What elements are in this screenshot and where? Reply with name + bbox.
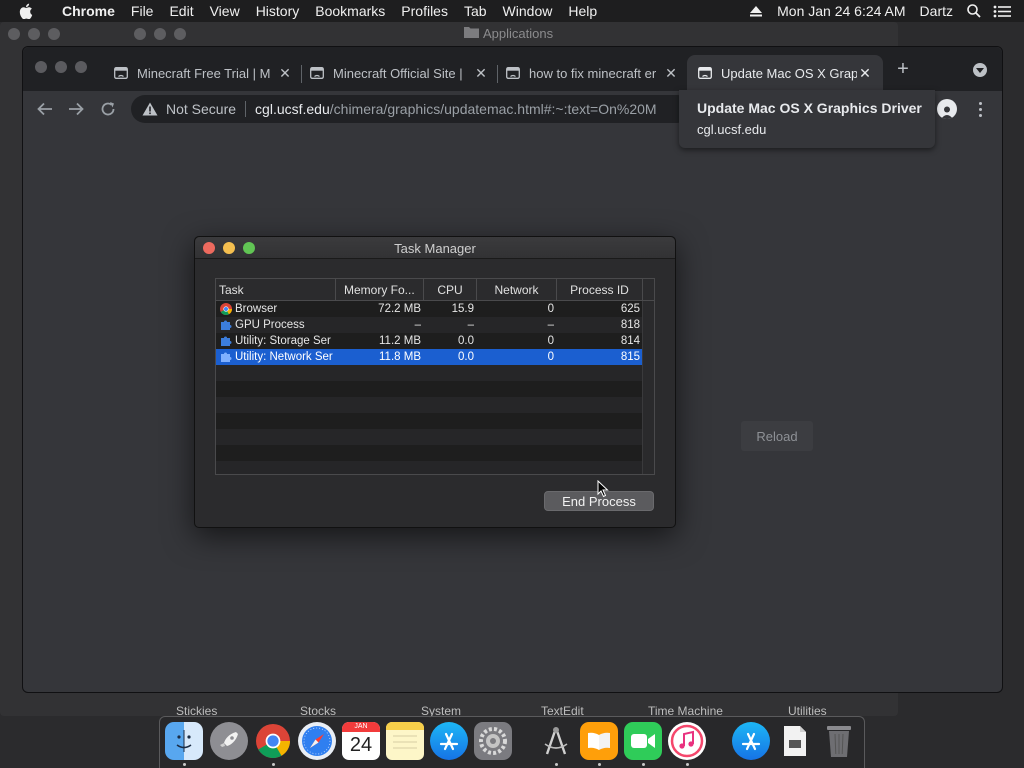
tab-close-icon[interactable]: ✕ [663, 65, 679, 81]
table-row-gpu-process[interactable]: GPU Process – – – 818 [216, 317, 643, 333]
notification-center-icon[interactable] [988, 0, 1016, 22]
books-icon[interactable] [580, 722, 618, 760]
puzzle-icon [219, 319, 232, 332]
finder-titlebar: Applications [0, 22, 898, 46]
document-icon[interactable] [776, 722, 814, 760]
facetime-icon[interactable] [624, 722, 662, 760]
new-tab-plus-icon[interactable]: + [893, 59, 913, 79]
finder-title: Applications [464, 26, 553, 41]
back-arrow-icon[interactable] [35, 99, 55, 119]
notes-icon[interactable] [386, 722, 424, 760]
sad-tab-favicon-icon [505, 65, 521, 81]
tab-close-icon[interactable]: ✕ [473, 65, 489, 81]
menu-bar-extras: Mon Jan 24 6:24 AM Dartz [742, 0, 1024, 22]
address-bar[interactable]: Not Secure cgl.ucsf.edu/chimera/graphics… [131, 95, 691, 123]
menu-user[interactable]: Dartz [913, 3, 960, 19]
chrome-icon [219, 303, 232, 316]
process-table: Task Memory Fo... CPU Network Process ID… [215, 278, 655, 475]
table-row-utility-network[interactable]: Utility: Network Ser 11.8 MB 0.0 0 815 [216, 349, 643, 365]
chrome-window-controls[interactable] [35, 61, 87, 73]
column-cpu[interactable]: CPU [424, 279, 477, 301]
hover-card-title: Update Mac OS X Graphics Driver [697, 100, 922, 116]
menu-help[interactable]: Help [560, 3, 605, 19]
empty-row [216, 365, 643, 381]
profile-avatar-icon[interactable] [937, 99, 957, 119]
dock: JAN 24 [159, 716, 865, 768]
tab-strip: Minecraft Free Trial | M ✕ Minecraft Off… [23, 47, 1002, 91]
column-process-id[interactable]: Process ID [557, 279, 643, 301]
url-text[interactable]: cgl.ucsf.edu/chimera/graphics/updatemac.… [255, 101, 657, 117]
empty-row [216, 429, 643, 445]
tab-close-icon[interactable]: ✕ [857, 65, 873, 81]
task-manager-title: Task Manager [394, 241, 476, 256]
security-status[interactable]: Not Secure [166, 101, 236, 117]
instruments-icon[interactable] [537, 722, 575, 760]
tab-minecraft-official-site[interactable]: Minecraft Official Site | ✕ [301, 55, 498, 91]
table-row-browser[interactable]: Browser 72.2 MB 15.9 0 625 [216, 301, 643, 317]
task-manager-titlebar: Task Manager [195, 237, 675, 259]
eject-icon[interactable] [742, 0, 770, 22]
trash-icon[interactable] [820, 722, 858, 760]
safari-icon[interactable] [298, 722, 336, 760]
menu-edit[interactable]: Edit [161, 3, 201, 19]
table-scrollbar[interactable] [642, 301, 654, 474]
puzzle-icon [219, 351, 232, 364]
app-store-icon[interactable] [430, 722, 468, 760]
sad-tab-favicon-icon [309, 65, 325, 81]
folder-icon [464, 26, 479, 41]
menu-bar: Chrome File Edit View History Bookmarks … [0, 0, 1024, 22]
menu-window[interactable]: Window [495, 3, 561, 19]
finder-icon[interactable] [165, 722, 203, 760]
tab-close-icon[interactable]: ✕ [277, 65, 293, 81]
column-network[interactable]: Network [477, 279, 557, 301]
calendar-icon[interactable]: JAN 24 [342, 722, 380, 760]
spotlight-search-icon[interactable] [960, 0, 988, 22]
page-reload-button[interactable]: Reload [741, 421, 813, 451]
hover-card-domain: cgl.ucsf.edu [697, 122, 767, 137]
not-secure-warning-icon[interactable] [142, 101, 158, 117]
finder-secondary-window-controls[interactable] [134, 28, 186, 40]
finder-window-controls[interactable] [8, 28, 60, 40]
finder-app-labels: Stickies Stocks System TextEdit Time Mac… [0, 702, 898, 718]
menu-tab[interactable]: Tab [456, 3, 495, 19]
sad-tab-favicon-icon [697, 65, 713, 81]
sad-tab-favicon-icon [113, 65, 129, 81]
menu-profiles[interactable]: Profiles [393, 3, 456, 19]
apple-icon[interactable] [19, 3, 39, 19]
mouse-cursor-icon [597, 479, 609, 498]
column-memory[interactable]: Memory Fo... [336, 279, 424, 301]
menu-clock[interactable]: Mon Jan 24 6:24 AM [770, 3, 912, 19]
column-task[interactable]: Task [216, 279, 336, 301]
menu-history[interactable]: History [248, 3, 308, 19]
menu-file[interactable]: File [123, 3, 162, 19]
puzzle-icon [219, 335, 232, 348]
tab-hover-card: Update Mac OS X Graphics Driver cgl.ucsf… [679, 90, 935, 148]
menu-view[interactable]: View [202, 3, 248, 19]
empty-row [216, 413, 643, 429]
empty-row [216, 445, 643, 461]
empty-row [216, 381, 643, 397]
tab-update-mac-os-x-graphics[interactable]: Update Mac OS X Grap ✕ [687, 55, 883, 91]
table-row-utility-storage[interactable]: Utility: Storage Ser 11.2 MB 0.0 0 814 [216, 333, 643, 349]
launchpad-icon[interactable] [210, 722, 248, 760]
menu-bookmarks[interactable]: Bookmarks [307, 3, 393, 19]
system-preferences-icon[interactable] [474, 722, 512, 760]
process-table-header: Task Memory Fo... CPU Network Process ID [216, 279, 654, 301]
chrome-icon[interactable] [254, 722, 292, 760]
empty-row [216, 461, 643, 474]
tab-minecraft-free-trial[interactable]: Minecraft Free Trial | M ✕ [105, 55, 302, 91]
app-store-downloads-icon[interactable] [732, 722, 770, 760]
chrome-menu-icon[interactable] [973, 99, 987, 119]
itunes-icon[interactable] [668, 722, 706, 760]
tab-how-to-fix-minecraft[interactable]: how to fix minecraft er ✕ [497, 55, 687, 91]
reload-icon[interactable] [98, 99, 118, 119]
forward-arrow-icon[interactable] [66, 99, 86, 119]
tab-search-chevron-icon[interactable] [973, 63, 987, 77]
menu-app-chrome[interactable]: Chrome [54, 3, 123, 19]
empty-row [216, 397, 643, 413]
